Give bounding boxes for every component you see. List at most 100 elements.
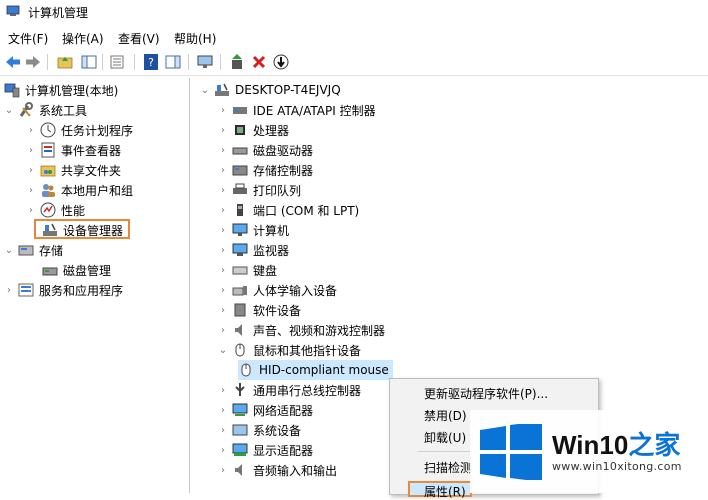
chevron-right-icon[interactable]: › <box>218 285 228 296</box>
chevron-down-icon[interactable]: ⌄ <box>4 105 14 116</box>
chevron-right-icon[interactable]: › <box>218 445 228 456</box>
chevron-down-icon[interactable]: ⌄ <box>200 85 210 96</box>
chevron-right-icon[interactable]: › <box>218 405 228 416</box>
tree-system-tools[interactable]: ⌄ 系统工具 <box>4 100 87 120</box>
device-label: 打印队列 <box>253 183 302 198</box>
menu-help[interactable]: 帮助(H) <box>174 30 216 47</box>
device-category-speaker[interactable]: › 声音、视频和游戏控制器 <box>218 320 385 340</box>
back-icon[interactable] <box>4 53 22 71</box>
uninstall-x-icon[interactable] <box>250 53 268 71</box>
chevron-right-icon[interactable]: › <box>218 305 228 316</box>
toolbar: ? <box>0 49 708 76</box>
device-category-speaker[interactable]: › 音频输入和输出 <box>218 460 337 480</box>
device-category-disk-drive[interactable]: › 磁盘驱动器 <box>218 140 313 160</box>
watermark-brand-prefix: Win10 <box>552 430 629 460</box>
tree-label: 计算机管理(本地) <box>25 83 119 98</box>
computer-icon <box>214 82 230 98</box>
device-category-ide-controller[interactable]: › IDE ATA/ATAPI 控制器 <box>218 100 376 120</box>
menu-disable[interactable]: 禁用(D) <box>424 407 467 424</box>
menu-action[interactable]: 操作(A) <box>62 30 104 47</box>
chevron-right-icon[interactable]: › <box>26 205 36 216</box>
chevron-right-icon[interactable]: › <box>218 185 228 196</box>
device-category-processor[interactable]: › 处理器 <box>218 120 289 140</box>
device-category-printer[interactable]: › 打印队列 <box>218 180 301 200</box>
menu-update-driver[interactable]: 更新驱动程序软件(P)... <box>424 385 548 402</box>
device-category-usb[interactable]: › 通用串行总线控制器 <box>218 380 361 400</box>
menu-bar: 文件(F) 操作(A) 查看(V) 帮助(H) <box>0 28 708 48</box>
speaker-icon <box>232 462 248 478</box>
chevron-right-icon[interactable]: › <box>218 105 228 116</box>
show-hide-tree-icon[interactable] <box>80 53 98 71</box>
help-icon[interactable]: ? <box>142 53 160 71</box>
tree-performance[interactable]: › 性能 <box>26 200 85 220</box>
device-category-monitor[interactable]: › 监视器 <box>218 240 289 260</box>
monitor-icon <box>232 242 248 258</box>
chevron-right-icon[interactable]: › <box>218 165 228 176</box>
device-category-software-device[interactable]: › 软件设备 <box>218 300 301 320</box>
mouse-icon <box>232 342 248 358</box>
chevron-right-icon[interactable]: › <box>218 325 228 336</box>
chevron-right-icon[interactable]: › <box>218 205 228 216</box>
device-category-computer[interactable]: › 计算机 <box>218 220 289 240</box>
forward-icon[interactable] <box>24 53 42 71</box>
chevron-right-icon[interactable]: › <box>26 185 36 196</box>
chevron-right-icon[interactable]: › <box>218 465 228 476</box>
device-label: 软件设备 <box>253 303 302 318</box>
device-category-storage-controller[interactable]: › 存储控制器 <box>218 160 313 180</box>
tree-computer-root[interactable]: ⌄ DESKTOP-T4EJVJQ <box>200 80 341 100</box>
ide-controller-icon <box>232 102 248 118</box>
chevron-right-icon[interactable]: › <box>218 125 228 136</box>
menu-uninstall[interactable]: 卸载(U) <box>424 429 466 446</box>
properties-list-icon[interactable] <box>108 53 126 71</box>
device-label: 显示适配器 <box>253 443 314 458</box>
network-adapter-icon <box>232 402 248 418</box>
port-icon <box>232 202 248 218</box>
device-label: 存储控制器 <box>253 163 314 178</box>
menu-properties[interactable]: 属性(R) <box>424 483 466 500</box>
chevron-right-icon[interactable]: › <box>218 385 228 396</box>
mouse-icon <box>238 362 254 378</box>
users-icon <box>40 182 56 198</box>
hid-icon <box>232 282 248 298</box>
tree-local-users[interactable]: › 本地用户和组 <box>26 180 133 200</box>
chevron-right-icon[interactable]: › <box>218 265 228 276</box>
device-label: 人体学输入设备 <box>253 283 338 298</box>
device-label: 网络适配器 <box>253 403 314 418</box>
chevron-right-icon[interactable]: › <box>26 165 36 176</box>
tree-event-viewer[interactable]: › 事件查看器 <box>26 140 121 160</box>
up-folder-icon[interactable] <box>56 53 74 71</box>
enable-device-icon[interactable] <box>272 53 290 71</box>
tools-icon <box>18 102 34 118</box>
device-category-port[interactable]: › 端口 (COM 和 LPT) <box>218 200 359 220</box>
chevron-right-icon[interactable]: › <box>218 425 228 436</box>
scan-monitor-icon[interactable] <box>196 53 214 71</box>
device-hid-compliant-mouse[interactable]: HID-compliant mouse <box>238 360 393 380</box>
menu-view[interactable]: 查看(V) <box>118 30 160 47</box>
tree-computer-management-local[interactable]: 计算机管理(本地) <box>4 80 118 100</box>
device-category-display-adapter[interactable]: › 显示适配器 <box>218 440 313 460</box>
device-category-system-device[interactable]: › 系统设备 <box>218 420 301 440</box>
tree-services-apps[interactable]: › 服务和应用程序 <box>4 280 123 300</box>
menu-file[interactable]: 文件(F) <box>8 30 48 47</box>
update-driver-icon[interactable] <box>228 53 246 71</box>
tree-storage[interactable]: ⌄ 存储 <box>4 240 63 260</box>
event-log-icon <box>40 142 56 158</box>
chevron-down-icon[interactable]: ⌄ <box>218 345 228 356</box>
menu-scan[interactable]: 扫描检测 <box>424 459 472 476</box>
chevron-right-icon[interactable]: › <box>218 225 228 236</box>
device-category-keyboard[interactable]: › 键盘 <box>218 260 277 280</box>
device-category-mouse[interactable]: ⌄ 鼠标和其他指针设备 <box>218 340 361 360</box>
title-bar: 计算机管理 <box>0 0 708 24</box>
chevron-down-icon[interactable]: ⌄ <box>4 245 14 256</box>
tree-disk-management[interactable]: 磁盘管理 <box>42 260 111 280</box>
device-category-hid[interactable]: › 人体学输入设备 <box>218 280 337 300</box>
chevron-right-icon[interactable]: › <box>218 245 228 256</box>
chevron-right-icon[interactable]: › <box>4 285 14 296</box>
tree-task-scheduler[interactable]: › 任务计划程序 <box>26 120 133 140</box>
chevron-right-icon[interactable]: › <box>218 145 228 156</box>
chevron-right-icon[interactable]: › <box>26 125 36 136</box>
device-category-network-adapter[interactable]: › 网络适配器 <box>218 400 313 420</box>
action-pane-icon[interactable] <box>164 53 182 71</box>
tree-shared-folders[interactable]: › 共享文件夹 <box>26 160 121 180</box>
chevron-right-icon[interactable]: › <box>26 145 36 156</box>
